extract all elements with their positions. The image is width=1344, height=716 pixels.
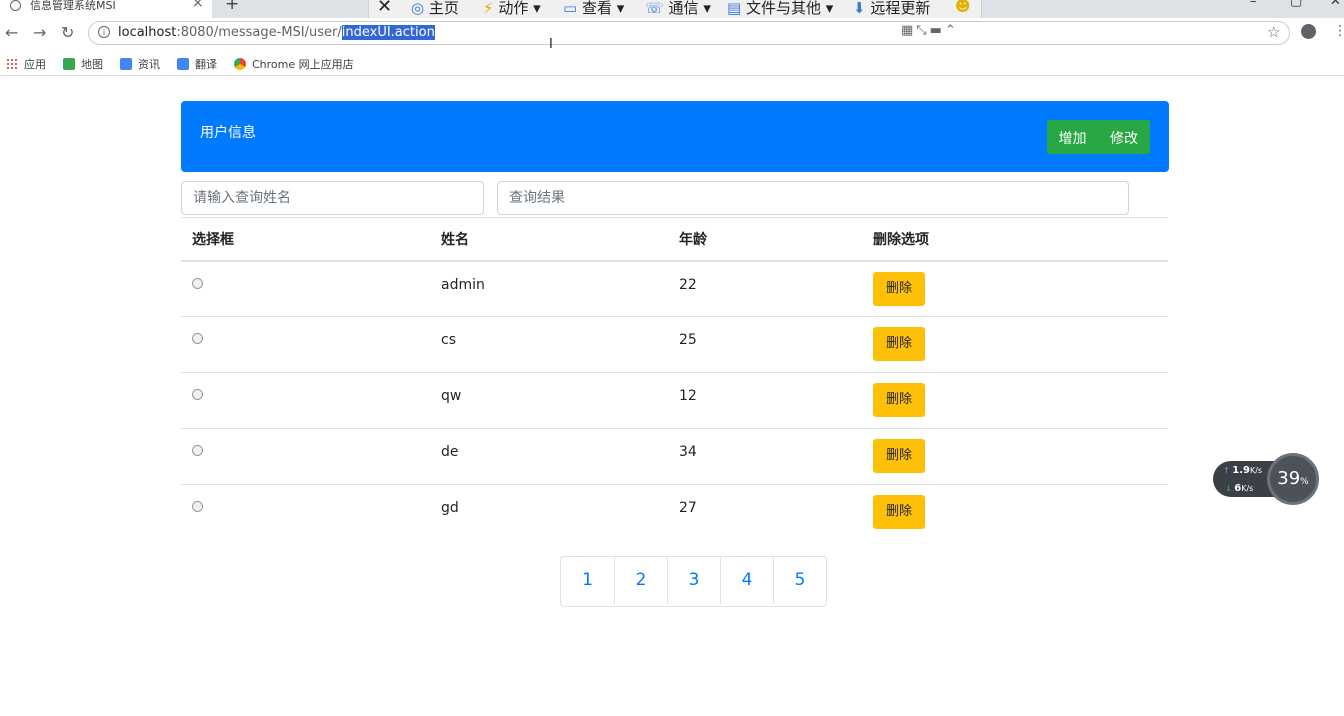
table-header-row: 选择框 姓名 年龄 删除选项 — [181, 217, 1168, 262]
user-name: admin — [441, 276, 485, 293]
profile-icon[interactable] — [1301, 24, 1316, 39]
column-header-delete: 删除选项 — [862, 217, 1168, 262]
table-row: cs 25 删除 — [181, 316, 1168, 373]
remote-close-icon[interactable]: ✕ — [377, 0, 392, 17]
remote-comm-button[interactable]: ☏ 通信 ▾ — [645, 0, 711, 18]
column-header-name: 姓名 — [430, 217, 668, 262]
user-name: qw — [441, 388, 462, 404]
translate-icon — [177, 58, 189, 70]
home-icon: ◎ — [411, 0, 425, 17]
column-header-select: 选择框 — [181, 217, 430, 262]
user-info-header: 用户信息 增加 修改 — [181, 101, 1169, 172]
lightning-icon: ⚡ — [483, 0, 494, 17]
add-button[interactable]: 增加 — [1047, 120, 1098, 154]
page-link-1[interactable]: 1 — [561, 557, 614, 604]
tab-title: 信息管理系统MSI — [30, 0, 116, 12]
url-host: localhost — [118, 25, 177, 40]
user-age: 25 — [679, 332, 697, 348]
forward-icon[interactable]: → — [33, 23, 46, 42]
user-name: gd — [441, 500, 459, 516]
remote-keyboard-icons[interactable]: ▦⤡▬⌃ — [901, 23, 959, 38]
delete-button[interactable]: 删除 — [873, 327, 925, 361]
restore-icon[interactable]: ▢ — [1290, 0, 1302, 9]
row-select-radio[interactable] — [192, 277, 203, 289]
row-select-radio[interactable] — [192, 501, 203, 512]
close-window-icon[interactable]: ✕ — [1330, 0, 1341, 9]
delete-button[interactable]: 删除 — [873, 495, 925, 529]
users-table: 选择框 姓名 年龄 删除选项 admin 22 删除 cs 25 删除 qw 1… — [181, 217, 1168, 541]
column-header-age: 年龄 — [668, 217, 862, 262]
bookmark-webstore[interactable]: Chrome 网上应用店 — [234, 56, 354, 72]
info-icon[interactable]: i — [98, 26, 110, 38]
menu-icon[interactable]: ⋮ — [1333, 23, 1344, 39]
text-cursor-icon: I — [549, 37, 553, 52]
row-select-radio[interactable] — [192, 333, 203, 344]
apps-grid-icon — [6, 58, 18, 70]
smiley-icon[interactable]: ☻ — [955, 0, 971, 15]
download-icon: ⬇ — [853, 0, 866, 17]
monitor-icon: ▭ — [563, 0, 578, 17]
browser-tab[interactable]: 信息管理系统MSI × — [0, 0, 212, 18]
user-name: cs — [441, 332, 456, 348]
reload-icon[interactable]: ↻ — [61, 23, 74, 42]
download-speed: ↓ 6K/s — [1225, 483, 1254, 494]
usage-gauge[interactable]: 39% — [1267, 453, 1319, 505]
news-icon — [120, 58, 132, 70]
download-arrow-icon: ↓ — [1225, 484, 1232, 493]
user-age: 12 — [679, 388, 697, 404]
address-bar[interactable]: i localhost:8080/message-MSI/user/indexU… — [88, 21, 1290, 45]
user-name: de — [441, 444, 459, 460]
row-select-radio[interactable] — [192, 389, 203, 400]
maps-icon — [63, 58, 75, 70]
bookmark-translate[interactable]: 翻译 — [177, 56, 217, 72]
table-row: admin 22 删除 — [181, 260, 1168, 317]
page-title: 用户信息 — [200, 125, 256, 141]
bookmark-news[interactable]: 资讯 — [120, 56, 160, 72]
url-selection: indexUI.action — [341, 25, 435, 40]
edit-button[interactable]: 修改 — [1098, 120, 1150, 154]
upload-speed: ↑ 1.9K/s — [1223, 465, 1263, 476]
navigation-bar: ← → ↻ i localhost:8080/message-MSI/user/… — [0, 18, 1344, 49]
user-age: 27 — [679, 500, 697, 516]
file-icon: ▤ — [727, 0, 742, 17]
page-link-5[interactable]: 5 — [773, 557, 826, 604]
bookmark-maps[interactable]: 地图 — [63, 56, 103, 72]
table-row: de 34 删除 — [181, 428, 1168, 485]
new-tab-button[interactable]: + — [225, 0, 239, 14]
user-age: 22 — [679, 276, 697, 293]
bookmark-apps[interactable]: 应用 — [6, 56, 46, 72]
remote-toolbar: ✕ ◎ 主页 ⚡ 动作 ▾ ▭ 查看 ▾ ☏ 通信 ▾ ▤ 文件与其他 ▾ ⬇ … — [368, 0, 982, 20]
page-link-2[interactable]: 2 — [614, 557, 667, 604]
user-age: 34 — [679, 444, 697, 460]
table-row: gd 27 删除 — [181, 484, 1168, 541]
minimize-icon[interactable]: – — [1250, 0, 1257, 9]
upload-arrow-icon: ↑ — [1223, 466, 1230, 475]
back-icon[interactable]: ← — [5, 23, 18, 42]
remote-update-button[interactable]: ⬇ 远程更新 — [853, 0, 930, 18]
page-link-3[interactable]: 3 — [667, 557, 720, 604]
globe-icon — [10, 0, 21, 11]
search-name-input[interactable] — [181, 181, 484, 215]
url-path: :8080/message-MSI/user/ — [176, 25, 342, 40]
remote-home-button[interactable]: ◎ 主页 — [411, 0, 459, 18]
tab-close-icon[interactable]: × — [192, 0, 204, 11]
page-link-4[interactable]: 4 — [720, 557, 773, 604]
delete-button[interactable]: 删除 — [873, 439, 925, 473]
remote-action-button[interactable]: ⚡ 动作 ▾ — [483, 0, 541, 18]
remote-files-button[interactable]: ▤ 文件与其他 ▾ — [727, 0, 833, 18]
url-text[interactable]: localhost:8080/message-MSI/user/indexUI.… — [118, 25, 435, 40]
bookmarks-bar: 应用 地图 资讯 翻译 Chrome 网上应用店 — [0, 52, 1344, 76]
delete-button[interactable]: 删除 — [873, 383, 925, 417]
row-select-radio[interactable] — [192, 445, 203, 456]
webstore-icon — [234, 58, 246, 70]
phone-icon: ☏ — [645, 0, 664, 17]
delete-button[interactable]: 删除 — [873, 271, 925, 306]
search-result-field[interactable] — [497, 181, 1129, 215]
pagination: 1 2 3 4 5 — [560, 556, 827, 607]
remote-view-button[interactable]: ▭ 查看 ▾ — [563, 0, 624, 18]
table-row: qw 12 删除 — [181, 372, 1168, 429]
bookmark-star-icon[interactable]: ☆ — [1267, 23, 1280, 41]
